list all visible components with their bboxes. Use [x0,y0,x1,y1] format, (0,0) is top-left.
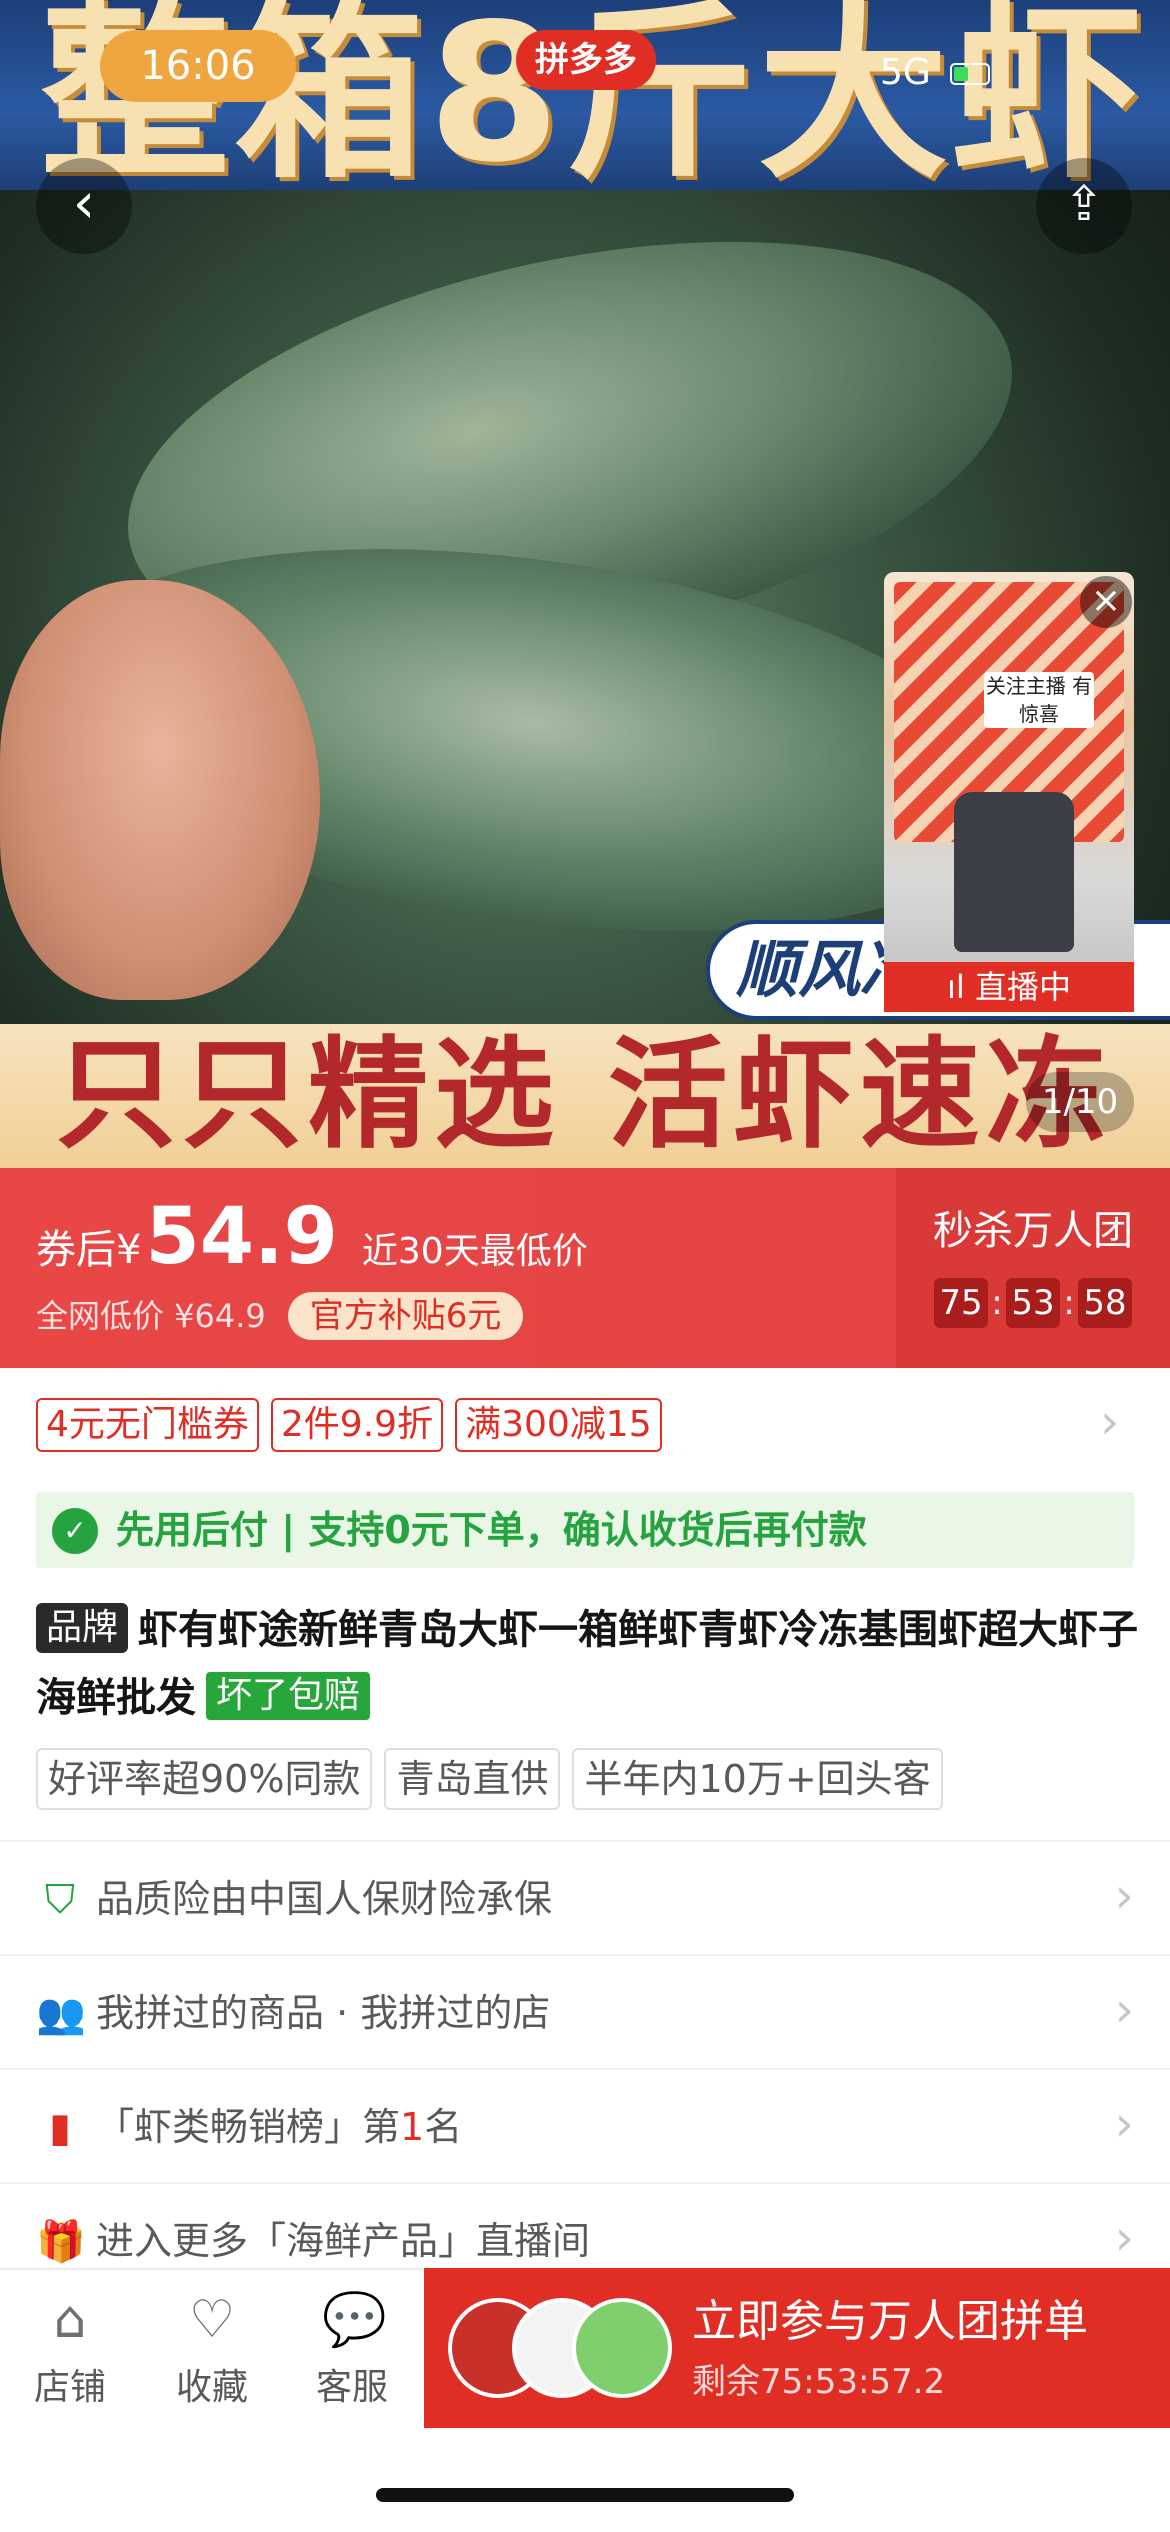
live-chair-image [954,792,1074,952]
pay-later-banner[interactable]: 先用后付 | 支持0元下单，确认收货后再付款 [36,1492,1134,1568]
row-label: 进入更多「海鲜产品」直播间 [96,2219,591,2263]
coupon-item[interactable]: 4元无门槛券 [36,1398,259,1452]
live-tag-label: 直播中 [974,968,1071,1006]
ranking-suffix: 名 [424,2105,463,2149]
product-tags: 好评率超90%同款 青岛直供 半年内10万+回头客 [36,1748,955,1810]
chevron-left-icon: ‹ [72,171,96,236]
live-poster-text: 关注主播 有惊喜 [984,672,1094,728]
countdown-seconds: 58 [1078,1278,1132,1328]
web-low-price: 全网低价 ¥64.9 [36,1297,266,1335]
nav-store[interactable]: ⌂ 店铺 [10,2290,130,2410]
product-tag: 好评率超90%同款 [36,1748,373,1810]
live-status-tag[interactable]: ıl 直播中 [884,962,1134,1012]
chevron-right-icon: › [1114,1868,1134,1924]
store-icon: ⌂ [53,2290,87,2350]
coupon-item[interactable]: 满300减15 [455,1398,662,1452]
battery-icon [950,63,991,85]
ranking-number: 1 [400,2105,425,2149]
join-button-title: 立即参与万人团拼单 [692,2296,1088,2347]
live-stream-window[interactable]: 关注主播 有惊喜 [884,572,1134,1012]
row-insurance[interactable]: ⛉ 品质险由中国人保财险承保 › [0,1840,1170,1954]
nav-service[interactable]: 💬 客服 [292,2290,412,2410]
close-live-button[interactable]: × [1080,576,1132,628]
join-button-countdown: 剩余75:53:57.2 [692,2362,946,2402]
row-ranking[interactable]: ▮ 「虾类畅销榜」第1名 › [0,2068,1170,2182]
back-button[interactable]: ‹ [36,158,132,254]
status-indicators: 5G [880,52,991,93]
status-time: 16:06 [100,30,296,102]
product-title: 品牌 虾有虾途新鲜青岛大虾一箱鲜虾青虾冷冻基围虾超大虾子海鲜批发 坏了包赔 [36,1596,1146,1732]
row-history[interactable]: 👥 我拼过的商品 · 我拼过的店 › [0,1954,1170,2068]
flash-sale-title: 秒杀万人团 [933,1208,1133,1254]
price-value: 54.9 [145,1192,338,1282]
nav-label: 店铺 [33,2367,106,2408]
chevron-right-icon[interactable]: › [1100,1394,1119,1450]
brand-tag: 品牌 [36,1603,129,1653]
coupon-item[interactable]: 2件9.9折 [270,1398,444,1452]
image-page-indicator: 1/10 [1026,1072,1134,1132]
guarantee-tag: 坏了包赔 [206,1672,371,1720]
share-icon: ⇪ [1063,176,1105,232]
chevron-right-icon: › [1114,2210,1134,2266]
hero-caption-text: 只只精选 活虾速冻 [56,1026,1112,1165]
audio-bars-icon: ıl [947,968,975,1006]
heart-icon: ♡ [188,2290,236,2350]
nav-label: 客服 [315,2367,388,2408]
product-tag: 半年内10万+回头客 [572,1748,943,1810]
chevron-right-icon: › [1114,1982,1134,2038]
product-tag: 青岛直供 [384,1748,561,1810]
network-label: 5G [880,52,931,93]
price-sub: 全网低价 ¥64.9 官方补贴6元 [36,1292,524,1340]
gift-live-icon: 🎁 [36,2219,86,2265]
product-title-text: 虾有虾途新鲜青岛大虾一箱鲜虾青虾冷冻基围虾超大虾子海鲜批发 [36,1607,1139,1721]
chevron-right-icon: › [1114,2096,1134,2152]
ranking-prefix: 「虾类畅销榜」第 [96,2105,401,2149]
badge-check-icon: ✓ [52,1508,98,1554]
people-icon: 👥 [36,1991,86,2037]
app-badge: 拼多多 [516,30,656,90]
home-indicator [376,2488,794,2502]
price-main: 券后¥54.9 近30天最低价 [36,1192,588,1282]
share-button[interactable]: ⇪ [1036,158,1132,254]
ranking-icon: ▮ [48,2105,71,2151]
price-prefix: 券后¥ [36,1227,142,1273]
countdown-minutes: 53 [1006,1278,1060,1328]
avatar [572,2298,672,2398]
shield-check-icon: ⛉ [45,1877,75,1923]
row-label: 我拼过的商品 · 我拼过的店 [96,1991,551,2035]
nav-label: 收藏 [175,2367,248,2408]
row-label: 「虾类畅销榜」第1名 [96,2102,462,2152]
nav-favorite[interactable]: ♡ 收藏 [152,2290,272,2410]
subsidy-badge: 官方补贴6元 [287,1292,524,1340]
close-icon: × [1090,580,1122,621]
price-note: 近30天最低价 [361,1231,588,1272]
countdown-hours: 75 [934,1278,988,1328]
chat-icon: 💬 [322,2290,387,2350]
countdown-timer: 75:53:58 [934,1278,1132,1328]
coupon-list[interactable]: 4元无门槛券 2件9.9折 满300减15 [36,1398,674,1452]
row-label: 品质险由中国人保财险承保 [96,1877,553,1921]
